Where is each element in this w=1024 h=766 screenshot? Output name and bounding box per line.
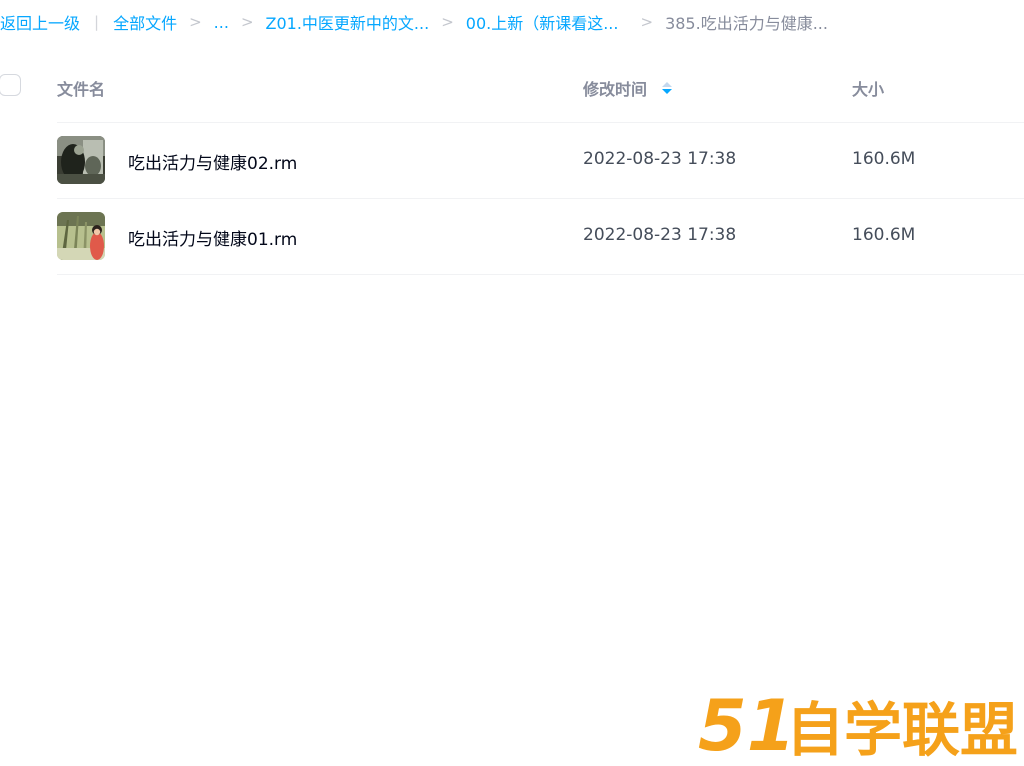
breadcrumb-folder-00[interactable]: 00.上新（新课看这... [466, 10, 619, 34]
svg-text:自学联盟: 自学联盟 [786, 696, 1018, 762]
chevron-right-icon: > [640, 13, 654, 31]
breadcrumb-current: 385.吃出活力与健康... [665, 14, 828, 33]
file-modified-time: 2022-08-23 17:38 [583, 149, 737, 169]
file-browser: 返回上一级 | 全部文件 > ... > Z01.中医更新中的文... > 00… [0, 0, 1024, 766]
file-row[interactable]: 吃出活力与健康01.rm 2022-08-23 17:38 160.6M [0, 198, 1024, 274]
video-thumbnail-icon [57, 136, 105, 184]
file-size: 160.6M [852, 225, 916, 245]
back-link[interactable]: 返回上一级 [0, 10, 80, 34]
breadcrumb-folder-z01[interactable]: Z01.中医更新中的文... [266, 10, 430, 34]
row-divider [57, 274, 1024, 275]
video-thumbnail-icon [57, 212, 105, 260]
file-name[interactable]: 吃出活力与健康01.rm [128, 225, 297, 250]
chevron-right-icon: > [240, 13, 254, 31]
column-header-size[interactable]: 大小 [852, 76, 884, 100]
breadcrumb-ellipsis[interactable]: ... [214, 13, 229, 32]
breadcrumb: 返回上一级 | 全部文件 > ... > Z01.中医更新中的文... > 00… [0, 0, 828, 44]
svg-text:51: 51 [698, 685, 795, 762]
file-size: 160.6M [852, 149, 916, 169]
list-header: 文件名 修改时间 大小 [0, 62, 1024, 110]
breadcrumb-divider: | [94, 13, 100, 31]
breadcrumb-all-files[interactable]: 全部文件 [113, 10, 177, 34]
select-all-checkbox[interactable] [0, 74, 21, 96]
chevron-right-icon: > [441, 13, 454, 31]
chevron-right-icon: > [189, 13, 202, 31]
file-name[interactable]: 吃出活力与健康02.rm [128, 149, 297, 174]
column-header-modified-label: 修改时间 [583, 80, 648, 99]
file-row[interactable]: 吃出活力与健康02.rm 2022-08-23 17:38 160.6M [0, 122, 1024, 198]
sort-icon[interactable] [662, 82, 673, 94]
file-modified-time: 2022-08-23 17:38 [583, 225, 737, 245]
watermark-logo: 51 自学联盟 [698, 680, 1020, 766]
column-header-name[interactable]: 文件名 [57, 76, 105, 100]
column-header-modified[interactable]: 修改时间 [583, 76, 673, 100]
